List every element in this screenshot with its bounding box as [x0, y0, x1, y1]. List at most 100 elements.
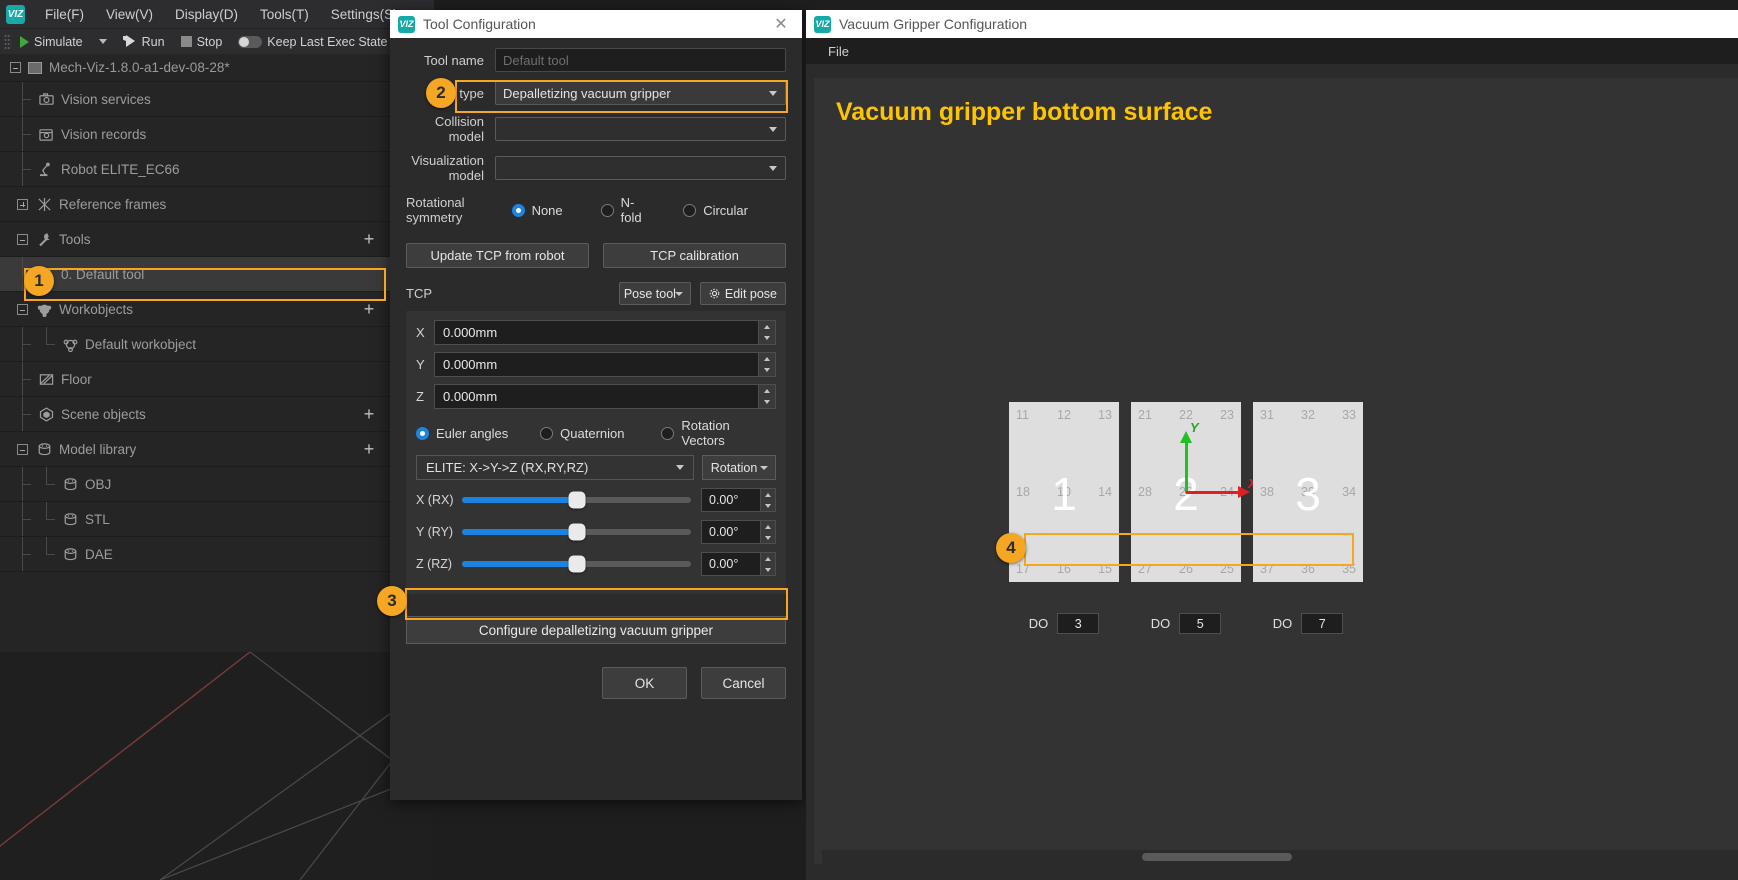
rotation-stepper-zrz[interactable]	[761, 552, 776, 576]
stepper-up-icon[interactable]	[759, 385, 775, 397]
tree-row-default-workobject[interactable]: Default workobject	[0, 327, 434, 362]
symmetry-option-circular[interactable]: Circular	[683, 203, 748, 218]
stepper-down-icon[interactable]	[759, 365, 775, 377]
cancel-button[interactable]: Cancel	[701, 667, 786, 699]
rotation-mode-vectors[interactable]: Rotation Vectors	[661, 418, 776, 448]
stepper-down-icon[interactable]	[759, 397, 775, 409]
tcp-calibration-button[interactable]: TCP calibration	[603, 243, 786, 268]
ok-button[interactable]: OK	[602, 667, 687, 699]
collapse-toggle-icon[interactable]	[17, 234, 28, 245]
tree-row-model-library[interactable]: Model library +	[0, 432, 434, 467]
simulate-button[interactable]: Simulate	[13, 33, 90, 51]
simulate-dropdown-button[interactable]	[92, 37, 114, 46]
pad-cell-label: 15	[1098, 562, 1112, 576]
stepper-down-icon[interactable]	[761, 532, 775, 543]
rotation-value-zrz[interactable]: 0.00°	[701, 552, 761, 576]
menu-tools[interactable]: Tools(T)	[249, 4, 320, 25]
add-item-button[interactable]: +	[360, 300, 378, 318]
tcp-x-stepper[interactable]	[759, 320, 776, 345]
tree-row-0-default-tool[interactable]: 0. Default tool	[0, 257, 434, 292]
edit-pose-button[interactable]: Edit pose	[699, 282, 786, 305]
tree-row-stl[interactable]: STL	[0, 502, 434, 537]
stepper-up-icon[interactable]	[761, 521, 775, 532]
slider-handle[interactable]	[568, 491, 585, 509]
vacuum-window-titlebar[interactable]: VIZ Vacuum Gripper Configuration	[806, 10, 1738, 38]
rotation-stepper-xrx[interactable]	[761, 488, 776, 512]
do-value-input-3[interactable]: 7	[1301, 613, 1344, 634]
add-item-button[interactable]: +	[360, 230, 378, 248]
tree-row-reference-frames[interactable]: Reference frames	[0, 187, 434, 222]
add-item-button[interactable]: +	[360, 440, 378, 458]
collapse-toggle-icon[interactable]	[10, 62, 21, 73]
slider-handle[interactable]	[568, 555, 585, 573]
stepper-up-icon[interactable]	[761, 489, 775, 500]
rotation-slider-yry[interactable]	[462, 523, 691, 541]
collision-model-select[interactable]	[495, 117, 786, 141]
horizontal-scrollbar[interactable]	[822, 850, 1738, 864]
symmetry-option-none[interactable]: None	[511, 203, 563, 218]
update-tcp-from-robot-button[interactable]: Update TCP from robot	[406, 243, 589, 268]
toolbar-grip-handle[interactable]	[4, 33, 11, 50]
suction-pad-1[interactable]: 11 12 13 18 10 14 17 16 15 1	[1009, 402, 1119, 582]
vacuum-menu-file[interactable]: File	[820, 42, 857, 61]
tcp-y-stepper[interactable]	[759, 352, 776, 377]
tree-branch-line	[22, 484, 31, 485]
tcp-z-input[interactable]: 0.000mm	[434, 384, 759, 409]
rotation-mode-quaternion[interactable]: Quaternion	[540, 426, 661, 441]
close-icon[interactable]: ✕	[768, 14, 794, 34]
tree-row-floor[interactable]: Floor	[0, 362, 434, 397]
tree-row-obj[interactable]: OBJ	[0, 467, 434, 502]
rotation-slider-zrz[interactable]	[462, 555, 691, 573]
tcp-x-input[interactable]: 0.000mm	[434, 320, 759, 345]
tool-type-select[interactable]: Depalletizing vacuum gripper	[495, 81, 786, 105]
suction-pad-3[interactable]: 31 32 33 38 30 34 37 36 35 3	[1253, 402, 1363, 582]
collapse-toggle-icon[interactable]	[17, 304, 28, 315]
tree-row-vision-services[interactable]: Vision services	[0, 82, 434, 117]
stepper-up-icon[interactable]	[759, 321, 775, 333]
rotation-value-yry[interactable]: 0.00°	[701, 520, 761, 544]
stepper-down-icon[interactable]	[761, 564, 775, 575]
menu-display[interactable]: Display(D)	[164, 4, 249, 25]
stepper-up-icon[interactable]	[761, 553, 775, 564]
rotation-value-xrx[interactable]: 0.00°	[701, 488, 761, 512]
visualization-model-select[interactable]	[495, 156, 786, 180]
stepper-up-icon[interactable]	[759, 353, 775, 365]
rotation-mode-euler[interactable]: Euler angles	[416, 426, 540, 441]
tool-dialog-titlebar[interactable]: VIZ Tool Configuration ✕	[390, 10, 802, 38]
menu-view[interactable]: View(V)	[95, 4, 164, 25]
scrollbar-thumb[interactable]	[1142, 853, 1292, 861]
project-root-row[interactable]: Mech-Viz-1.8.0-a1-dev-08-28*	[0, 54, 434, 82]
euler-convention-select[interactable]: ELITE: X->Y->Z (RX,RY,RZ)	[416, 455, 694, 480]
slider-handle[interactable]	[568, 523, 585, 541]
rotation-stepper-yry[interactable]	[761, 520, 776, 544]
tree-row-robot-elite-ec66[interactable]: Robot ELITE_EC66	[0, 152, 434, 187]
tree-row-tools[interactable]: Tools +	[0, 222, 434, 257]
add-item-button[interactable]: +	[360, 405, 378, 423]
tcp-y-input[interactable]: 0.000mm	[434, 352, 759, 377]
stepper-down-icon[interactable]	[759, 333, 775, 345]
tree-row-workobjects[interactable]: Workobjects +	[0, 292, 434, 327]
collapse-toggle-icon[interactable]	[17, 444, 28, 455]
configure-depalletizing-vacuum-gripper-button[interactable]: Configure depalletizing vacuum gripper	[406, 616, 786, 644]
rotation-slider-xrx[interactable]	[462, 491, 691, 509]
viewport-3d[interactable]	[0, 652, 434, 880]
tool-name-input[interactable]: Default tool	[495, 48, 786, 72]
stop-button[interactable]: Stop	[174, 33, 230, 51]
tcp-axis-row-z: Z 0.000mm	[416, 384, 776, 409]
vacuum-canvas[interactable]: Vacuum gripper bottom surface 11 12 13 18 10…	[814, 78, 1738, 864]
rotation-unit-dropdown[interactable]: Rotation	[702, 455, 776, 480]
do-value-input-2[interactable]: 5	[1179, 613, 1222, 634]
tree-row-vision-records[interactable]: Vision records	[0, 117, 434, 152]
menu-file[interactable]: File(F)	[34, 4, 95, 25]
tree-row-scene-objects[interactable]: Scene objects +	[0, 397, 434, 432]
tcp-z-stepper[interactable]	[759, 384, 776, 409]
suction-pad-2[interactable]: 2122232820242726252 Y X	[1131, 402, 1257, 582]
do-value-input-1[interactable]: 3	[1057, 613, 1100, 634]
symmetry-option-nfold[interactable]: N-fold	[600, 195, 646, 225]
run-button[interactable]: Run	[116, 33, 172, 51]
pose-tool-dropdown[interactable]: Pose tool	[618, 282, 691, 305]
stepper-down-icon[interactable]	[761, 500, 775, 511]
tree-row-dae[interactable]: DAE	[0, 537, 434, 572]
expand-toggle-icon[interactable]	[17, 199, 28, 210]
keep-last-exec-state-toggle[interactable]: Keep Last Exec State	[231, 33, 394, 51]
